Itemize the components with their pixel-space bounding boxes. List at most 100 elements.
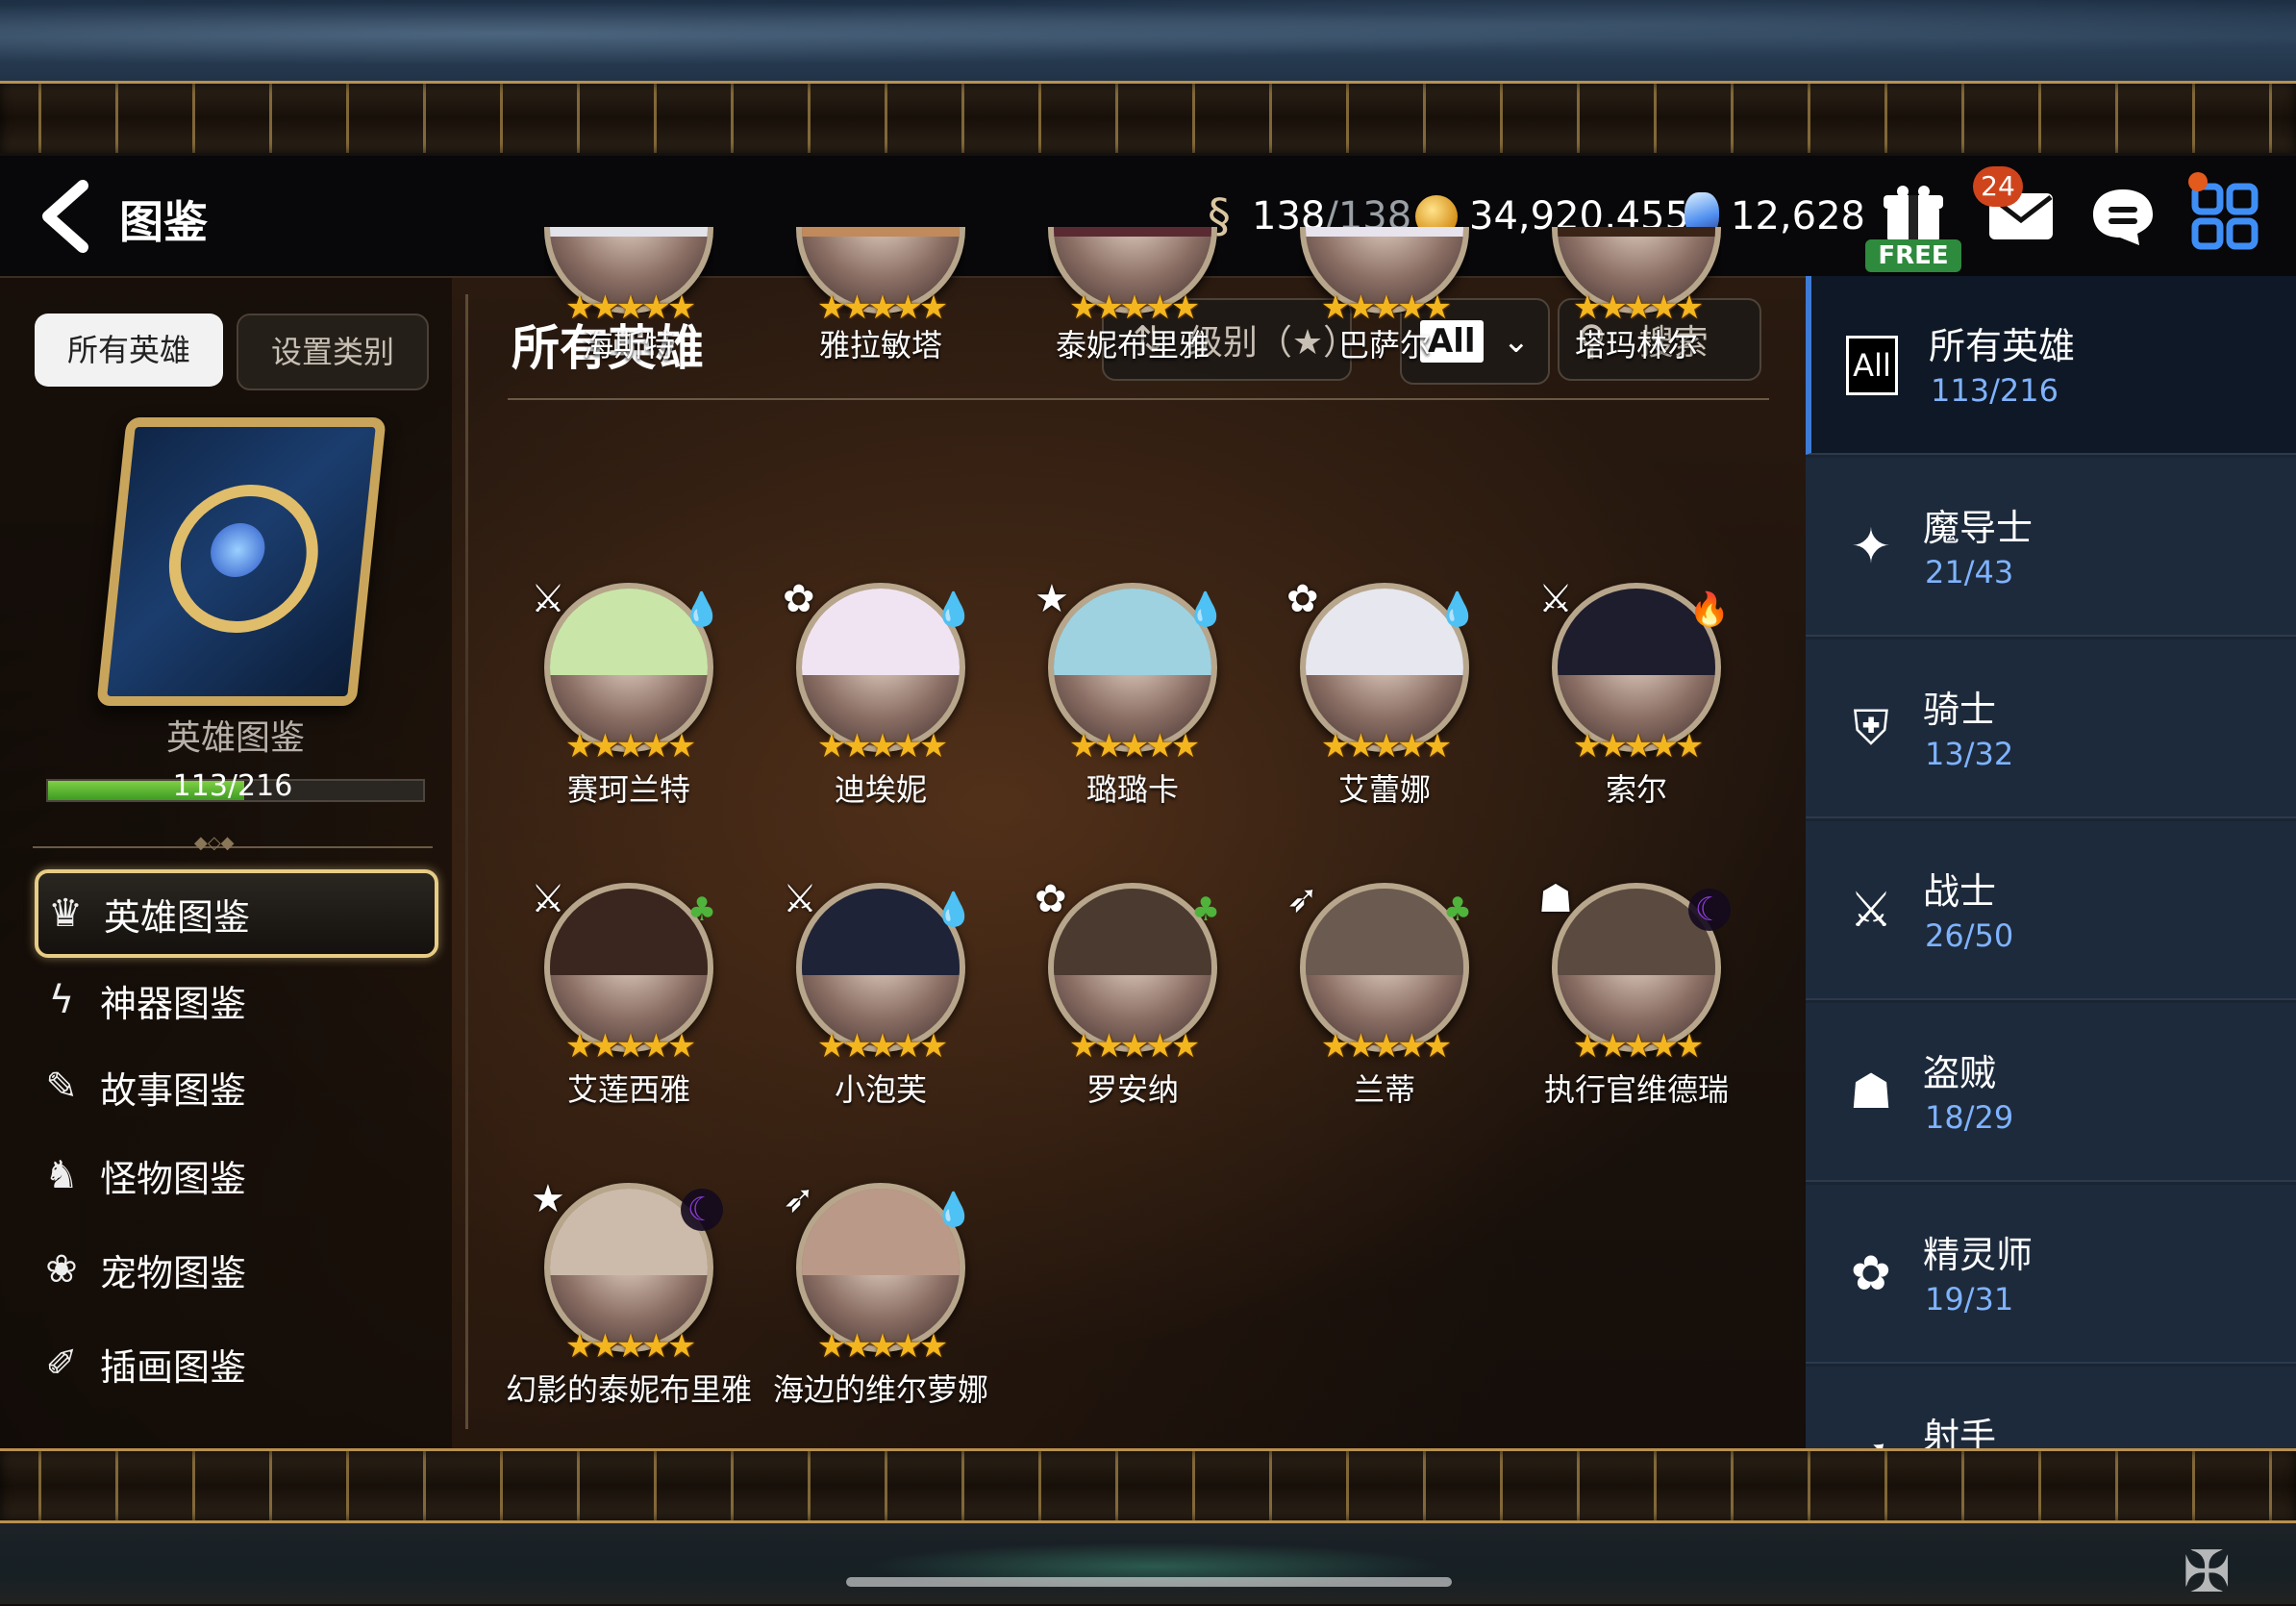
nav-artifact-codex[interactable]: ϟ 神器图鉴 — [35, 960, 431, 1041]
warrior-icon: ⚔ — [1849, 882, 1893, 938]
tab-all-heroes[interactable]: 所有英雄 — [35, 314, 223, 387]
ice-element-icon: 💧 — [1185, 590, 1227, 629]
warrior-class-icon: ⚔ — [531, 877, 565, 921]
hero-card[interactable]: ★★★★★ ➶ 💧 海边的维尔萝娜 — [773, 1177, 988, 1408]
hero-card[interactable]: ★★★★★ ★ ☾ 幻影的泰妮布里雅 — [506, 1177, 752, 1408]
star-rating: ★★★★★ — [816, 727, 948, 765]
nav-label: 插画图鉴 — [100, 1345, 247, 1389]
crystal-amount: 12,628 — [1731, 194, 1865, 238]
nav-story-codex[interactable]: ✎ 故事图鉴 — [35, 1046, 431, 1127]
codex-title: 英雄图鉴 — [165, 718, 305, 758]
free-tag: FREE — [1865, 239, 1961, 272]
star-rating: ★★★★★ — [1068, 727, 1200, 765]
hero-card[interactable]: ★★★★★ ☗ ☾ 执行官维德瑞 — [1531, 877, 1742, 1108]
nav-hero-codex[interactable]: ♛ 英雄图鉴 — [35, 869, 438, 958]
ice-element-icon: 💧 — [681, 590, 723, 629]
category-count: 113/216 — [1931, 372, 2059, 409]
hero-name: 兰蒂 — [1353, 1071, 1415, 1108]
hero-card[interactable]: ★★★★★ ✿ 💧 艾蕾娜 — [1279, 577, 1490, 808]
hero-card[interactable]: ★★★★★ ⚔ 🔥 索尔 — [1531, 577, 1742, 808]
hero-name: 雅拉敏塔 — [818, 327, 942, 364]
story-icon: ✎ — [45, 1065, 78, 1109]
hero-name: 海斯特 — [582, 327, 675, 364]
hero-name: 执行官维德瑞 — [1543, 1071, 1729, 1108]
category-count: 13/32 — [1925, 736, 2014, 772]
category-thief[interactable]: ☗ 盗贼 18/29 — [1806, 1003, 2296, 1182]
hero-name: 海边的维尔萝娜 — [772, 1371, 988, 1408]
category-knight[interactable]: ⛨ 骑士 13/32 — [1806, 640, 2296, 818]
hero-card[interactable]: ★★★★★ 巴萨尔 — [1279, 227, 1490, 381]
codex-book-image — [96, 417, 387, 706]
ranger-class-icon: ➶ — [783, 1177, 815, 1221]
star-rating: ★★★★★ — [1572, 727, 1704, 765]
nav-label: 故事图鉴 — [100, 1068, 247, 1112]
star-rating: ★★★★★ — [816, 1027, 948, 1066]
monster-icon: ♞ — [44, 1153, 79, 1197]
thief-class-icon: ☗ — [1538, 877, 1573, 921]
sky-background — [0, 0, 2296, 83]
hero-name: 罗安纳 — [1086, 1071, 1179, 1108]
soul-weaver-icon: ✿ — [1851, 1245, 1891, 1301]
home-indicator[interactable] — [846, 1577, 1452, 1587]
ice-element-icon: 💧 — [1436, 590, 1479, 629]
mail-badge: 24 — [1973, 166, 2023, 207]
chevron-left-icon — [42, 180, 88, 253]
dark-element-icon: ☾ — [1688, 889, 1731, 931]
hero-card[interactable]: ★★★★★ ⚔ 💧 赛珂兰特 — [523, 577, 735, 808]
nav-label: 神器图鉴 — [100, 982, 247, 1025]
collection-progress-text: 113/216 — [172, 769, 293, 803]
hero-name: 小泡芙 — [834, 1071, 927, 1108]
ice-element-icon: 💧 — [933, 590, 975, 629]
hero-card[interactable]: ★★★★★ ★ 💧 璐璐卡 — [1027, 577, 1238, 808]
fire-element-icon: 🔥 — [1688, 590, 1731, 629]
hero-card[interactable]: ★★★★★ ⚔ ♣ 艾莲西雅 — [523, 877, 735, 1108]
ornate-frame-top — [0, 81, 2296, 156]
panel-separator — [465, 294, 468, 1429]
hero-card[interactable]: ★★★★★ ✿ 💧 迪埃妮 — [775, 577, 986, 808]
chat-icon — [2093, 189, 2153, 245]
hero-card[interactable]: ★★★★★ ✿ ♣ 罗安纳 — [1027, 877, 1238, 1108]
tab-set-category[interactable]: 设置类别 — [237, 314, 429, 390]
game-logo: ✠ — [2183, 1539, 2232, 1606]
nav-label: 英雄图鉴 — [104, 895, 251, 939]
hero-card[interactable]: ★★★★★ 泰妮布里雅 — [1027, 227, 1238, 381]
hero-name: 赛珂兰特 — [566, 771, 690, 808]
category-warrior[interactable]: ⚔ 战士 26/50 — [1806, 821, 2296, 1000]
hero-card[interactable]: ★★★★★ 海斯特 — [523, 227, 735, 381]
chat-button[interactable] — [2083, 180, 2163, 253]
warrior-class-icon: ⚔ — [1538, 577, 1573, 621]
hero-name: 艾莲西雅 — [566, 1071, 690, 1108]
ice-element-icon: 💧 — [933, 1191, 975, 1229]
knight-icon: ⛨ — [1853, 700, 1889, 756]
dark-element-icon: ☾ — [681, 1189, 723, 1231]
menu-notification-dot — [2188, 172, 2208, 191]
star-rating: ★★★★★ — [564, 1027, 696, 1066]
hero-card[interactable]: ★★★★★ ⚔ 💧 小泡芙 — [775, 877, 986, 1108]
star-rating: ★★★★★ — [816, 1327, 948, 1366]
nav-pet-codex[interactable]: ❀ 宠物图鉴 — [35, 1229, 431, 1310]
star-rating: ★★★★★ — [564, 1327, 696, 1366]
category-all[interactable]: All 所有英雄 113/216 — [1806, 276, 2296, 455]
nav-label: 怪物图鉴 — [100, 1157, 247, 1200]
category-mage[interactable]: ✦ 魔导士 21/43 — [1806, 458, 2296, 637]
ice-element-icon: 💧 — [933, 891, 975, 929]
category-name: 盗贼 — [1923, 1052, 1997, 1094]
hero-icon: ♛ — [48, 891, 83, 936]
hero-card[interactable]: ★★★★★ ➶ ♣ 兰蒂 — [1279, 877, 1490, 1108]
warrior-class-icon: ⚔ — [531, 577, 565, 621]
category-name: 精灵师 — [1923, 1234, 2034, 1276]
star-rating: ★★★★★ — [1320, 727, 1452, 765]
mage-class-icon: ★ — [531, 1177, 565, 1221]
hero-name: 塔玛林尔 — [1574, 327, 1698, 364]
back-button[interactable] — [35, 178, 112, 255]
nav-illustration-codex[interactable]: ✐ 插画图鉴 — [35, 1323, 431, 1404]
hero-card[interactable]: ★★★★★ 塔玛林尔 — [1531, 227, 1742, 381]
hero-card[interactable]: ★★★★★ 雅拉敏塔 — [775, 227, 986, 381]
category-soul-weaver[interactable]: ✿ 精灵师 19/31 — [1806, 1185, 2296, 1364]
all-icon: All — [1846, 336, 1898, 395]
ornate-frame-bottom — [0, 1448, 2296, 1523]
nav-monster-codex[interactable]: ♞ 怪物图鉴 — [35, 1135, 431, 1216]
thief-icon: ☗ — [1849, 1064, 1893, 1119]
soul-weaver-class-icon: ✿ — [1286, 577, 1319, 621]
earth-element-icon: ♣ — [686, 891, 717, 929]
